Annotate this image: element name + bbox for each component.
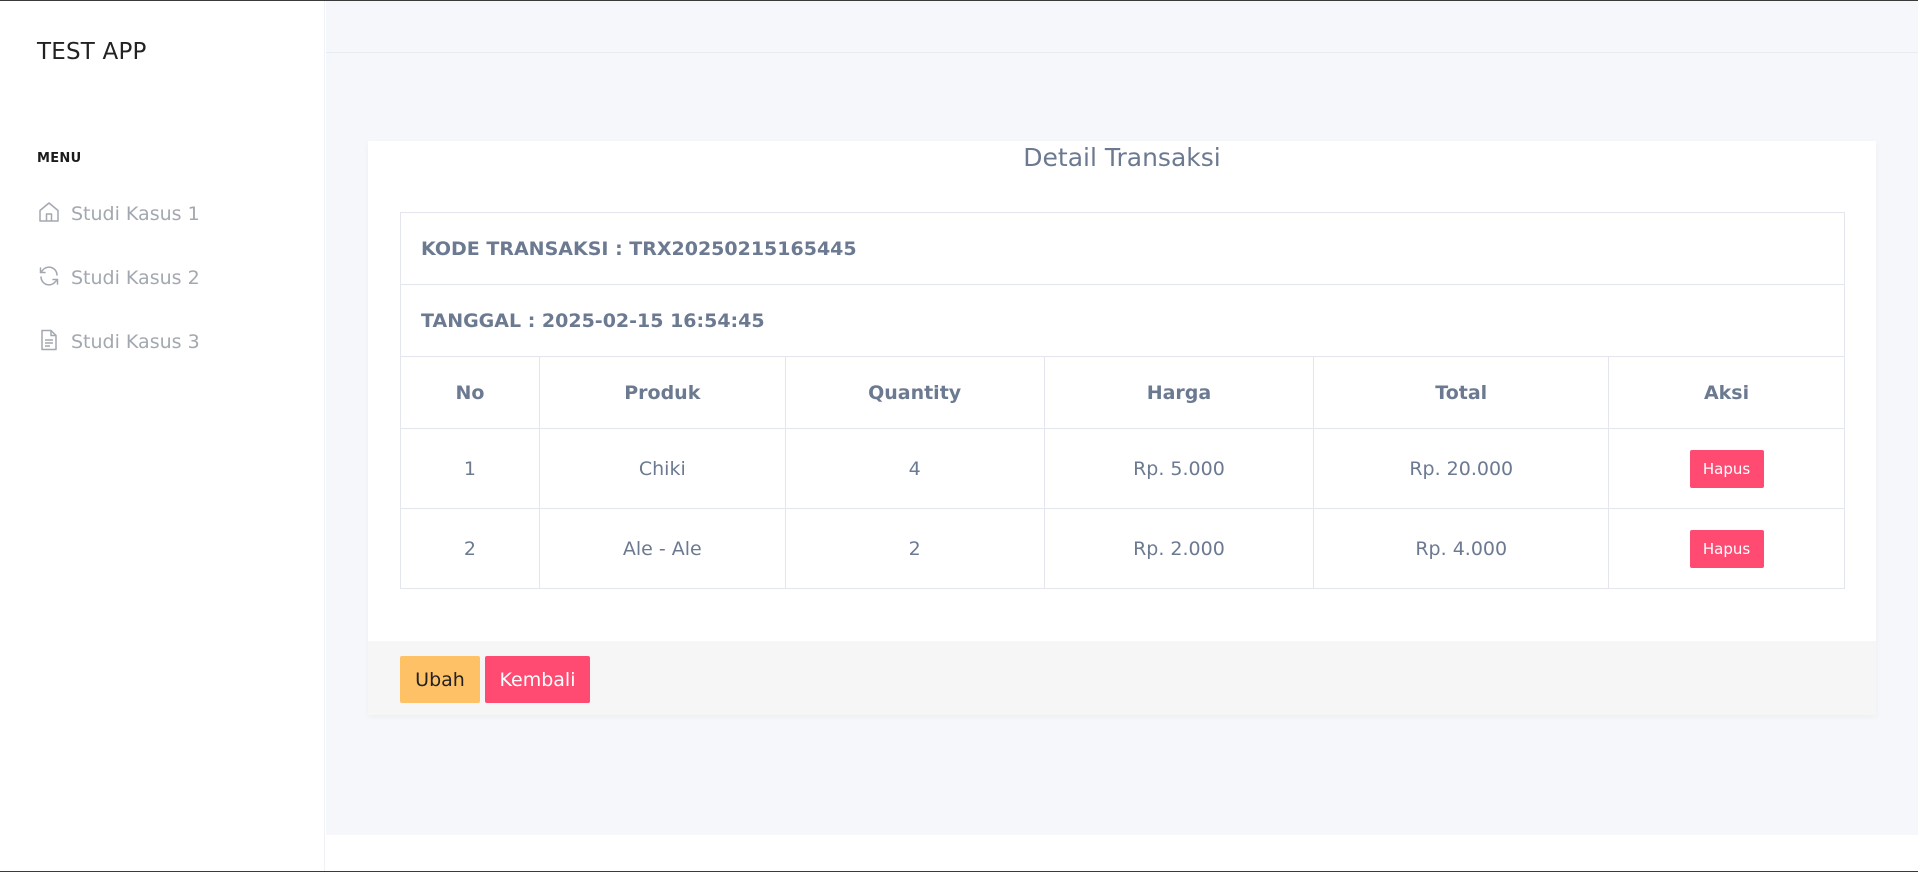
cell-quantity: 4 — [784, 428, 1045, 509]
refresh-icon — [37, 264, 61, 293]
document-icon — [37, 328, 61, 357]
cell-no: 2 — [400, 508, 540, 589]
page-title: Detail Transaksi — [1023, 143, 1221, 172]
column-header-no: No — [400, 356, 540, 429]
sidebar: TEST APP MENU Studi Kasus 1 Studi Kasus … — [0, 1, 324, 871]
sidebar-item-label: Studi Kasus 1 — [71, 203, 200, 225]
app-title: TEST APP — [37, 39, 147, 65]
transaction-table: KODE TRANSAKSI : TRX20250215165445 TANGG… — [400, 212, 1845, 589]
cell-produk: Chiki — [538, 428, 786, 509]
menu-title: MENU — [37, 151, 82, 166]
sidebar-item-label: Studi Kasus 2 — [71, 267, 200, 289]
table-row: 1 Chiki 4 Rp. 5.000 Rp. 20.000 Hapus — [400, 428, 1845, 509]
delete-button[interactable]: Hapus — [1689, 449, 1764, 488]
transaction-code: KODE TRANSAKSI : TRX20250215165445 — [400, 212, 1845, 285]
top-bar — [326, 1, 1918, 53]
table-header: No Produk Quantity Harga Total Aksi — [400, 356, 1845, 429]
column-header-produk: Produk — [538, 356, 786, 429]
cell-no: 1 — [400, 428, 540, 509]
cell-quantity: 2 — [784, 508, 1045, 589]
cell-produk: Ale - Ale — [538, 508, 786, 589]
card-footer: Ubah Kembali — [368, 641, 1876, 715]
edit-button[interactable]: Ubah — [400, 656, 480, 703]
cell-total: Rp. 4.000 — [1313, 508, 1610, 589]
column-header-quantity: Quantity — [784, 356, 1045, 429]
transaction-detail-card: Detail Transaksi KODE TRANSAKSI : TRX202… — [368, 141, 1876, 715]
sidebar-item-studi-kasus-3[interactable]: Studi Kasus 3 — [37, 327, 200, 357]
sidebar-item-studi-kasus-1[interactable]: Studi Kasus 1 — [37, 199, 200, 229]
home-icon — [37, 200, 61, 229]
column-header-total: Total — [1313, 356, 1610, 429]
footer-strip — [326, 835, 1918, 871]
delete-button[interactable]: Hapus — [1689, 529, 1764, 568]
cell-harga: Rp. 2.000 — [1043, 508, 1315, 589]
column-header-aksi: Aksi — [1608, 356, 1845, 429]
back-button[interactable]: Kembali — [485, 656, 590, 703]
transaction-date: TANGGAL : 2025-02-15 16:54:45 — [400, 284, 1845, 357]
sidebar-item-label: Studi Kasus 3 — [71, 331, 200, 353]
table-row: 2 Ale - Ale 2 Rp. 2.000 Rp. 4.000 Hapus — [400, 508, 1845, 589]
column-header-harga: Harga — [1043, 356, 1315, 429]
sidebar-item-studi-kasus-2[interactable]: Studi Kasus 2 — [37, 263, 200, 293]
tanggal-row: TANGGAL : 2025-02-15 16:54:45 — [400, 284, 1845, 357]
cell-aksi: Hapus — [1608, 508, 1845, 589]
cell-harga: Rp. 5.000 — [1043, 428, 1315, 509]
kode-row: KODE TRANSAKSI : TRX20250215165445 — [400, 212, 1845, 285]
cell-aksi: Hapus — [1608, 428, 1845, 509]
cell-total: Rp. 20.000 — [1313, 428, 1610, 509]
main-content: Detail Transaksi KODE TRANSAKSI : TRX202… — [326, 1, 1918, 835]
